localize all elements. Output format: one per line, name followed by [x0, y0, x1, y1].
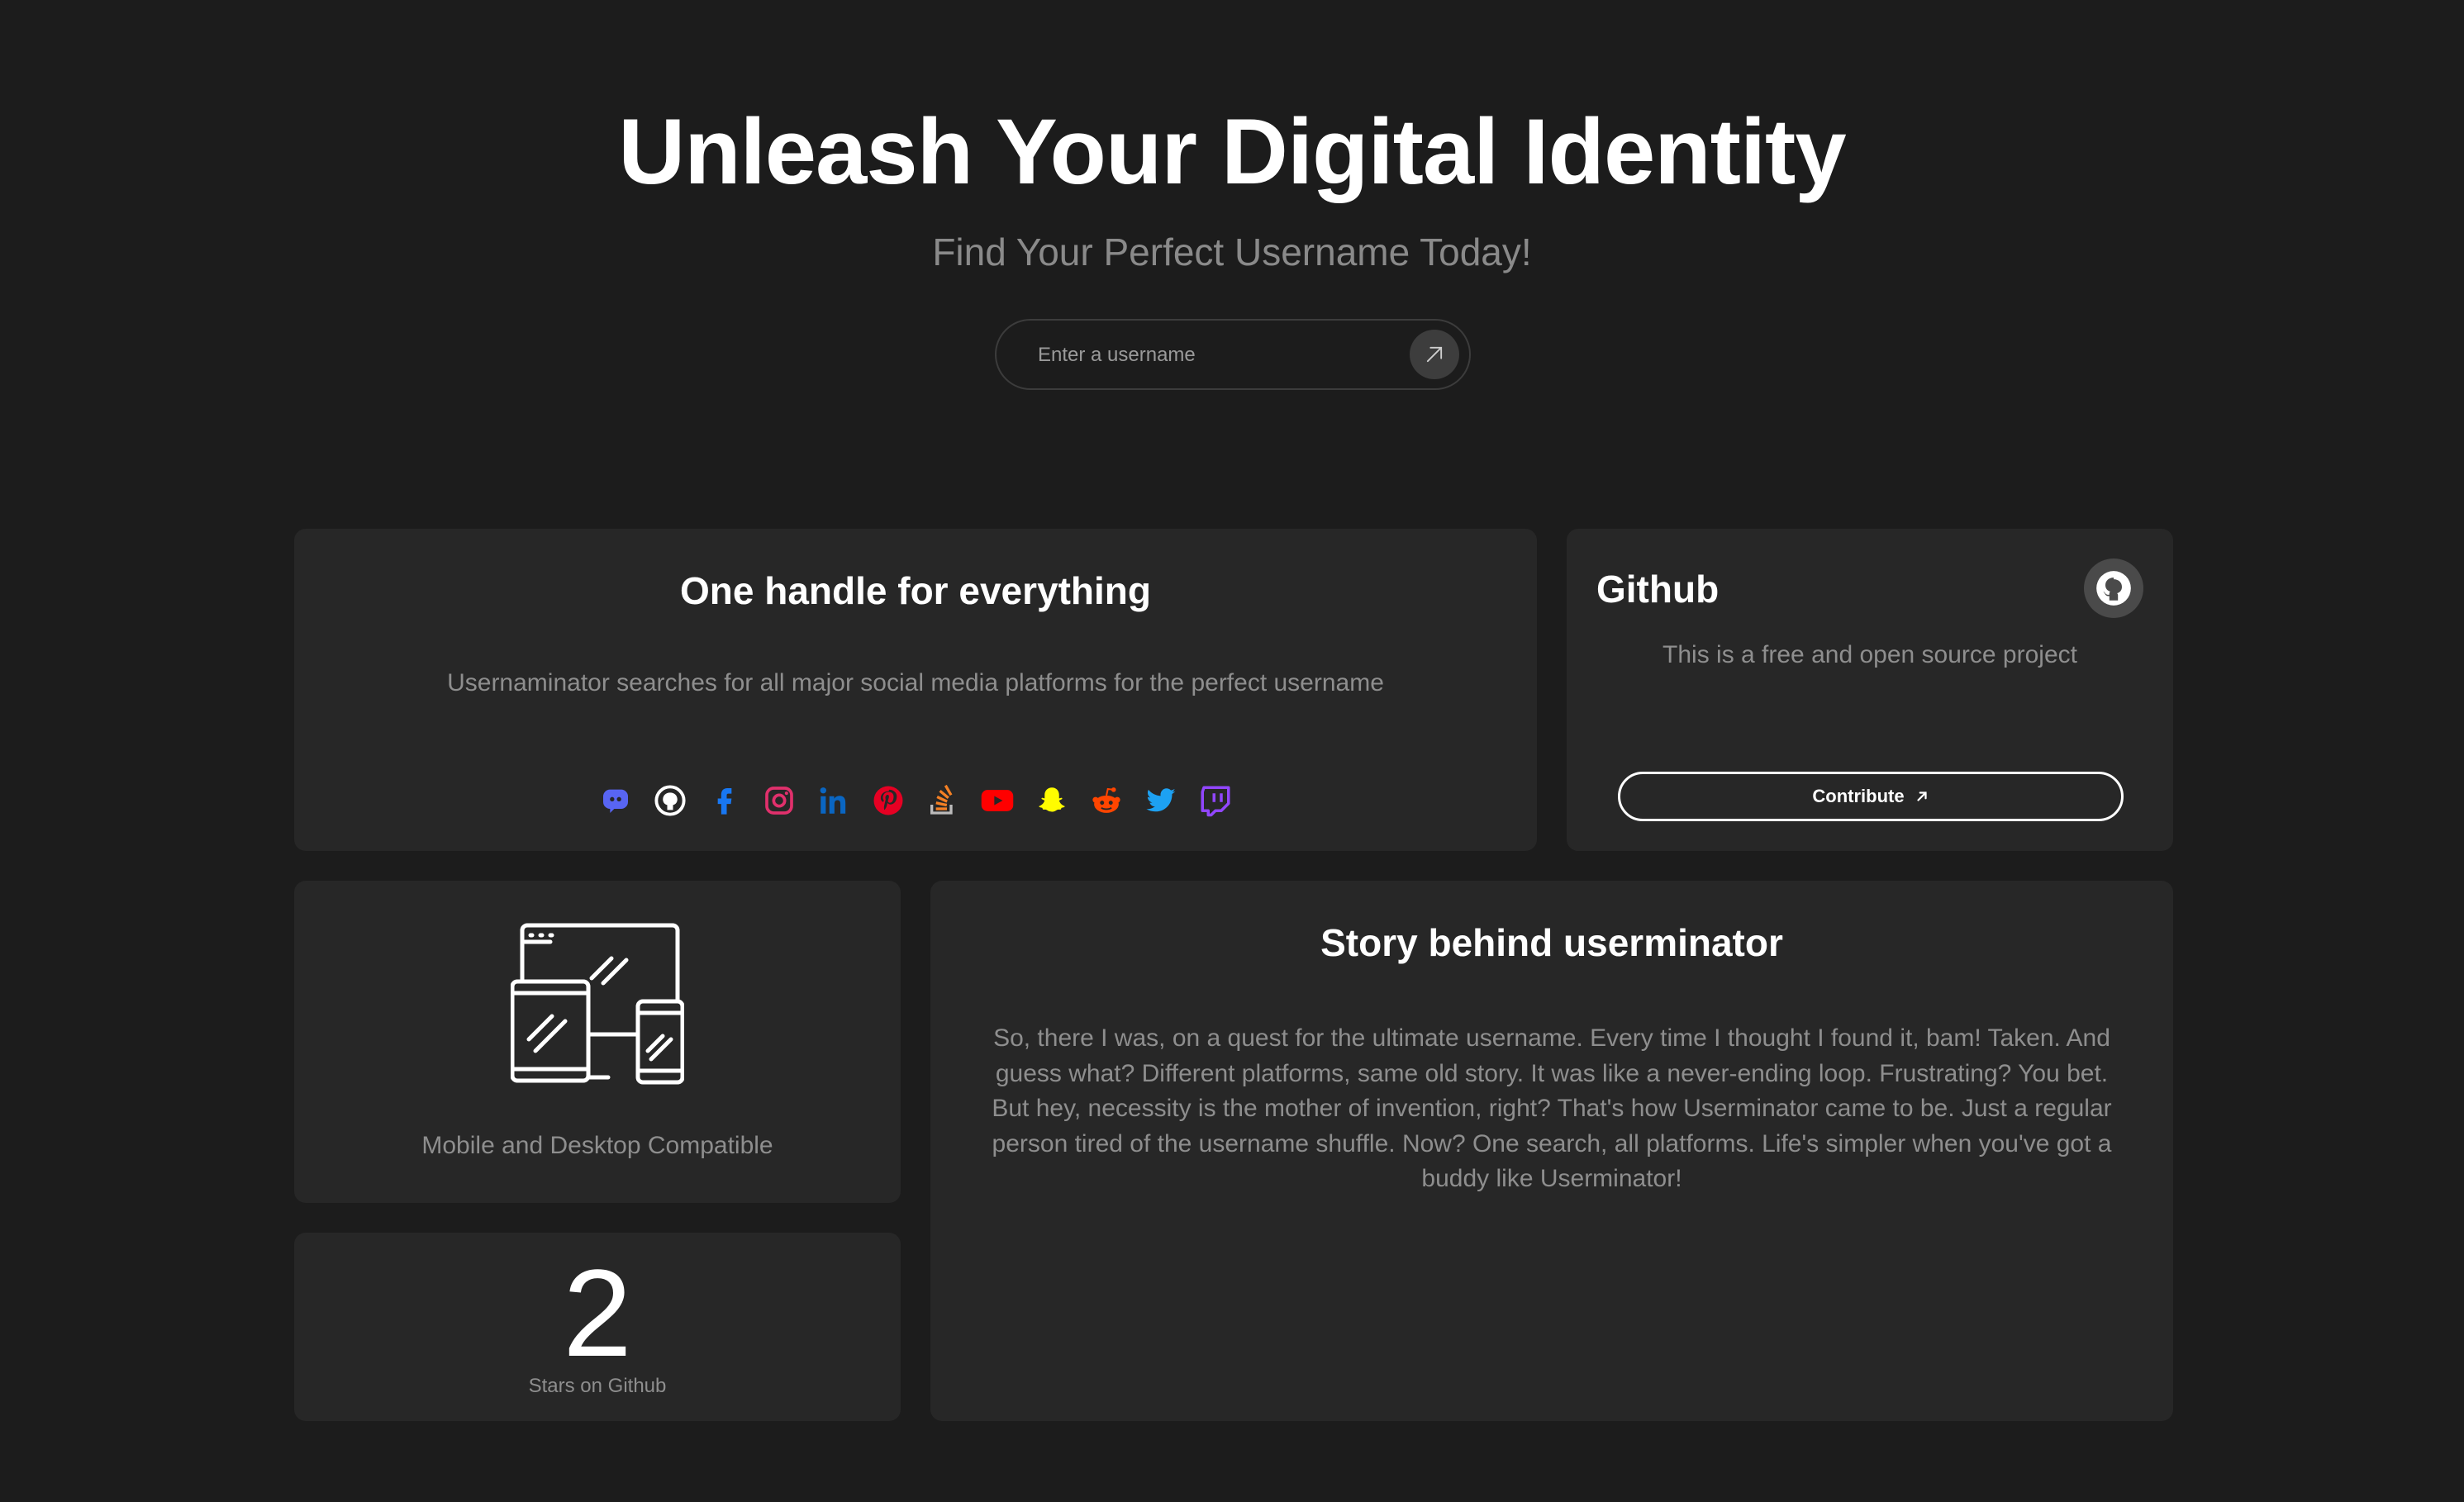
contribute-label: Contribute — [1812, 786, 1905, 806]
hero-subtitle: Find Your Perfect Username Today! — [932, 231, 1532, 273]
handle-card-description: Usernaminator searches for all major soc… — [447, 669, 1384, 696]
github-card: Github This is a free and open source pr… — [1567, 529, 2173, 851]
contribute-button[interactable]: Contribute — [1618, 772, 2124, 821]
pinterest-icon — [869, 782, 907, 820]
hero-title: Unleash Your Digital Identity — [618, 100, 1846, 203]
facebook-icon — [706, 782, 744, 820]
twitter-icon — [1142, 782, 1180, 820]
twitch-icon — [1196, 782, 1234, 820]
discord-icon — [597, 782, 635, 820]
stars-count: 2 — [563, 1243, 632, 1382]
stackoverflow-icon — [924, 782, 962, 820]
github-card-description: This is a free and open source project — [1662, 641, 2077, 668]
compat-card: Mobile and Desktop Compatible — [294, 881, 901, 1203]
compat-label: Mobile and Desktop Compatible — [421, 1132, 773, 1159]
arrow-up-right-icon — [1426, 346, 1443, 363]
stars-label: Stars on Github — [528, 1375, 667, 1397]
github-icon[interactable] — [2084, 558, 2143, 618]
platform-icons — [294, 782, 1537, 820]
github-card-title: Github — [1596, 568, 1720, 611]
search-submit-button[interactable] — [1410, 330, 1459, 379]
stars-card: 2 Stars on Github — [294, 1233, 901, 1421]
handle-card: One handle for everything Usernaminator … — [294, 529, 1537, 851]
story-card: Story behind userminator So, there I was… — [930, 881, 2173, 1421]
devices-icon — [511, 923, 684, 1085]
handle-card-title: One handle for everything — [680, 569, 1151, 612]
story-card-title: Story behind userminator — [1320, 921, 1783, 964]
arrow-up-right-icon — [1916, 791, 1927, 801]
story-card-body: So, there I was, on a quest for the ulti… — [992, 1024, 2112, 1193]
reddit-icon — [1087, 782, 1125, 820]
username-search-bar — [995, 319, 1471, 390]
snapchat-icon — [1033, 782, 1071, 820]
username-input[interactable] — [1036, 321, 1403, 390]
linkedin-icon — [815, 782, 853, 820]
github-icon — [651, 782, 689, 820]
youtube-icon — [978, 782, 1016, 820]
instagram-icon — [760, 782, 798, 820]
